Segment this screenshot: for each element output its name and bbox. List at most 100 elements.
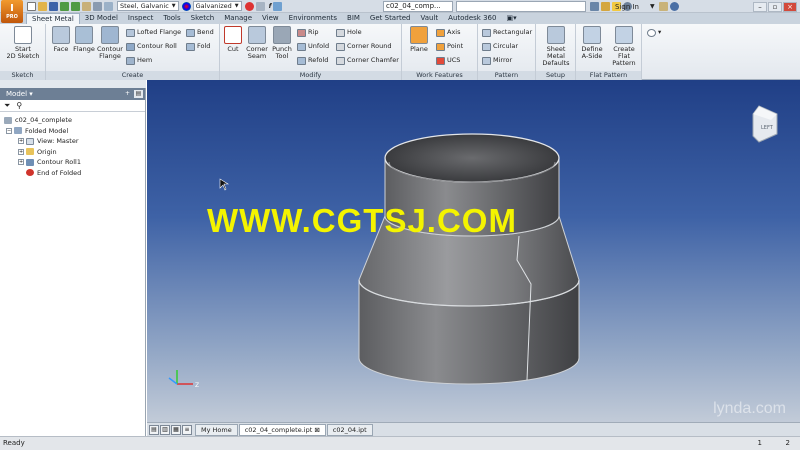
tab-inspect[interactable]: Inspect xyxy=(123,13,159,24)
tab-sketch[interactable]: Sketch xyxy=(186,13,220,24)
mirror-button[interactable]: Mirror xyxy=(482,56,512,65)
measure-icon[interactable] xyxy=(255,1,265,11)
tile-icon[interactable]: ▤ xyxy=(149,424,159,435)
minimize-icon[interactable]: – xyxy=(753,1,767,12)
tab-bim[interactable]: BIM xyxy=(342,13,365,24)
tab-tools[interactable]: Tools xyxy=(158,13,185,24)
tab-manage[interactable]: Manage xyxy=(219,13,257,24)
binoculars-icon[interactable] xyxy=(590,2,599,11)
list-icon[interactable]: ≡ xyxy=(182,424,192,435)
refold-button[interactable]: Refold xyxy=(297,56,328,65)
clear-appearance-icon[interactable] xyxy=(244,1,254,11)
new-file-icon[interactable] xyxy=(27,1,36,11)
unfold-button[interactable]: Unfold xyxy=(297,42,329,51)
chevron-down-icon[interactable]: ▼ xyxy=(650,3,655,10)
tab-sheet-metal[interactable]: Sheet Metal xyxy=(26,13,80,24)
application-menu-button[interactable]: I PRO xyxy=(1,0,23,23)
close-icon[interactable]: × xyxy=(783,1,797,12)
plane-button[interactable]: Plane xyxy=(406,26,432,53)
close-panel-icon[interactable]: ▤ xyxy=(134,90,143,98)
update-icon[interactable] xyxy=(93,1,102,11)
sketch2d-label: 2D Sketch xyxy=(6,52,40,60)
start-2d-sketch-button[interactable]: Start 2D Sketch xyxy=(4,26,42,60)
exchange-icon[interactable] xyxy=(658,2,668,11)
expand-icon[interactable]: + xyxy=(18,148,24,155)
arrange-icon[interactable]: ▦ xyxy=(171,424,181,435)
cascade-icon[interactable]: ▥ xyxy=(160,424,170,435)
cut-button[interactable]: Cut xyxy=(222,26,244,53)
doc-tab-my-home[interactable]: My Home xyxy=(195,423,238,436)
tree-item-folded-model[interactable]: − Folded Model xyxy=(0,126,145,137)
corner-seam-button[interactable]: Corner Seam xyxy=(244,26,270,60)
tree-item-end-of-folded[interactable]: End of Folded xyxy=(0,168,145,179)
tab-get-started[interactable]: Get Started xyxy=(365,13,416,24)
sheet-metal-defaults-button[interactable]: Sheet Metal Defaults xyxy=(537,26,575,67)
corner-seam-icon xyxy=(248,26,266,44)
undo-icon[interactable] xyxy=(60,1,69,11)
parameters-fx-icon[interactable]: f xyxy=(267,1,274,12)
binoculars-icon[interactable]: ⚲ xyxy=(16,101,22,110)
rectangular-pattern-button[interactable]: Rectangular xyxy=(482,28,532,37)
corner-round-button[interactable]: Corner Round xyxy=(336,42,392,51)
browser-title[interactable]: Model xyxy=(6,90,27,98)
axis-button[interactable]: Axis xyxy=(436,28,461,37)
help-icon[interactable] xyxy=(669,2,679,11)
restore-icon[interactable]: ▫ xyxy=(768,1,782,12)
plane-label: Plane xyxy=(410,45,428,53)
search-input[interactable] xyxy=(456,1,586,12)
open-folder-icon[interactable] xyxy=(38,1,47,11)
graphics-viewport[interactable]: LEFT Z WWW.CGTSJ.COM lynda.com xyxy=(147,80,800,422)
lofted-flange-button[interactable]: Lofted Flange xyxy=(126,28,181,37)
fold-button[interactable]: Fold xyxy=(186,42,210,51)
punch-tool-button[interactable]: Punch Tool xyxy=(270,26,294,60)
create-flat-pattern-button[interactable]: Create Flat Pattern xyxy=(606,26,642,67)
flange-button[interactable]: Flange xyxy=(72,26,96,53)
tab-view[interactable]: View xyxy=(257,13,284,24)
tree-item-origin[interactable]: + Origin xyxy=(0,147,145,158)
expand-icon[interactable]: + xyxy=(18,159,24,166)
hole-button[interactable]: Hole xyxy=(336,28,362,37)
collapse-icon[interactable]: − xyxy=(6,127,12,134)
filter-icon[interactable]: ⏷ xyxy=(4,101,10,111)
contour-flange-button[interactable]: Contour Flange xyxy=(96,26,124,60)
defaults-label: Defaults xyxy=(542,59,570,67)
add-icon[interactable] xyxy=(273,1,283,11)
key-icon[interactable] xyxy=(601,2,610,11)
ucs-button[interactable]: UCS xyxy=(436,56,460,65)
sign-in-link[interactable]: Sign In xyxy=(615,0,639,13)
view-cube[interactable]: LEFT xyxy=(752,105,778,143)
tab-autodesk-360[interactable]: Autodesk 360 xyxy=(443,13,501,24)
tree-item-contour-roll[interactable]: + Contour Roll1 xyxy=(0,157,145,168)
watermark-text: WWW.CGTSJ.COM xyxy=(207,202,517,239)
bend-button[interactable]: Bend xyxy=(186,28,214,37)
appearance-dropdown[interactable]: Galvanized ▼ xyxy=(192,1,242,11)
select-icon[interactable] xyxy=(104,1,113,11)
tree-item-view-master[interactable]: + View: Master xyxy=(0,136,145,147)
ribbon-minimize-icon[interactable]: ▣▾ xyxy=(501,13,521,24)
fold-label: Fold xyxy=(197,42,211,50)
expand-icon[interactable]: + xyxy=(18,138,24,145)
close-icon[interactable]: ⊠ xyxy=(314,426,319,434)
tab-vault[interactable]: Vault xyxy=(415,13,443,24)
rip-button[interactable]: Rip xyxy=(297,28,318,37)
point-button[interactable]: Point xyxy=(436,42,463,51)
define-a-side-button[interactable]: Define A-Side xyxy=(578,26,606,60)
tree-item-part[interactable]: c02_04_complete xyxy=(0,115,145,126)
home-icon[interactable] xyxy=(82,1,91,11)
corner-chamfer-button[interactable]: Corner Chamfer xyxy=(336,56,399,65)
hem-button[interactable]: Hem xyxy=(126,56,152,65)
circular-pattern-button[interactable]: Circular xyxy=(482,42,518,51)
face-button[interactable]: Face xyxy=(50,26,72,53)
redo-icon[interactable] xyxy=(71,1,80,11)
material-dropdown[interactable]: Steel, Galvanic ▼ xyxy=(117,1,179,11)
tab-3d-model[interactable]: 3D Model xyxy=(80,13,123,24)
doc-tab-active[interactable]: c02_04_complete.ipt ⊠ xyxy=(238,423,326,436)
extra-options-button[interactable]: ▾ xyxy=(647,28,661,37)
doc-tab-c02-04[interactable]: c02_04.ipt xyxy=(326,423,373,436)
tab-environments[interactable]: Environments xyxy=(284,13,342,24)
chevron-down-icon[interactable]: ▾ xyxy=(29,90,33,98)
add-icon[interactable]: + xyxy=(123,90,132,98)
contour-roll-button[interactable]: Contour Roll xyxy=(126,42,177,51)
save-icon[interactable] xyxy=(49,1,58,11)
tree-label: View: Master xyxy=(37,137,79,146)
